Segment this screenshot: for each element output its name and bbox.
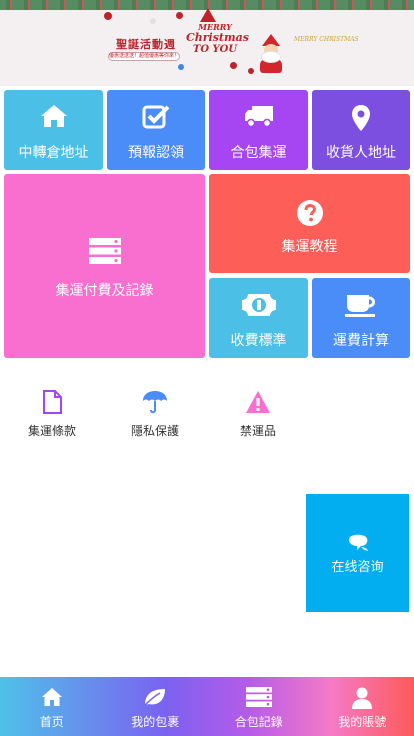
tile-label: 收費標準 xyxy=(230,333,287,349)
banner-event-title: 聖誕活動週 xyxy=(116,38,176,51)
tile-label: 預報認領 xyxy=(128,145,184,161)
link-privacy[interactable]: 隱私保護 xyxy=(105,390,205,439)
user-icon xyxy=(311,687,414,709)
coffee-cup-icon xyxy=(312,294,410,318)
tile-shipping-calc[interactable]: 運費計算 xyxy=(312,278,410,358)
nav-home[interactable]: 首页 xyxy=(0,677,104,736)
tile-label: 集運教程 xyxy=(281,239,338,255)
server-icon xyxy=(4,238,205,264)
ornament-decoration xyxy=(104,12,112,20)
banner-christmas: Christmas xyxy=(186,31,249,44)
truck-icon xyxy=(209,104,308,128)
map-pin-icon xyxy=(312,104,410,132)
nav-label: 我的包裹 xyxy=(131,715,180,729)
tile-tutorial[interactable]: 集運教程 xyxy=(209,174,410,273)
tile-prereport-claim[interactable]: 預報認領 xyxy=(107,90,205,170)
ornament-decoration xyxy=(178,64,184,70)
tile-recipient-address[interactable]: 收貨人地址 xyxy=(312,90,410,170)
consult-label: 在线咨询 xyxy=(331,560,384,575)
link-prohibited[interactable]: 禁運品 xyxy=(208,390,308,439)
money-icon xyxy=(209,294,308,316)
umbrella-icon xyxy=(105,390,205,416)
tile-label: 中轉倉地址 xyxy=(18,145,89,161)
tile-transfer-address[interactable]: 中轉倉地址 xyxy=(4,90,103,170)
chat-bubble-icon xyxy=(306,534,409,552)
nav-my-packages[interactable]: 我的包裹 xyxy=(104,677,208,736)
tile-package-consolidate[interactable]: 合包集運 xyxy=(209,90,308,170)
question-circle-icon xyxy=(209,200,410,226)
ornament-decoration xyxy=(176,12,183,19)
nav-consolidate-records[interactable]: 合包記錄 xyxy=(207,677,311,736)
tile-label: 收貨人地址 xyxy=(326,145,396,161)
bottom-nav: 首页 我的包裹 合包記錄 我的賬號 xyxy=(0,677,414,736)
nav-label: 合包記錄 xyxy=(234,715,283,729)
tile-label: 運費計算 xyxy=(333,333,389,349)
banner-gold-text: MERRY CHRISTMAS xyxy=(294,36,359,43)
home-icon xyxy=(4,104,103,128)
tile-label: 集運付費及記錄 xyxy=(55,283,154,299)
leaf-icon xyxy=(104,687,208,707)
link-terms[interactable]: 集運條款 xyxy=(2,390,102,439)
banner-to-you: TO YOU xyxy=(192,44,238,55)
ornament-decoration xyxy=(150,18,156,24)
warning-icon xyxy=(208,390,308,416)
server-icon xyxy=(207,687,311,707)
checkbox-icon xyxy=(107,104,205,130)
tile-label: 合包集運 xyxy=(230,145,287,161)
document-icon xyxy=(2,390,102,416)
tree-decoration xyxy=(200,8,216,22)
tile-fee-standard[interactable]: 收費標準 xyxy=(209,278,308,358)
nav-label: 我的賬號 xyxy=(338,715,387,729)
online-consult-button[interactable]: 在线咨询 xyxy=(306,494,409,612)
santa-illustration xyxy=(256,34,286,74)
link-label: 禁運品 xyxy=(239,424,276,438)
link-label: 隱私保護 xyxy=(130,424,179,438)
nav-label: 首页 xyxy=(39,715,64,729)
link-label: 集運條款 xyxy=(27,424,76,438)
christmas-banner[interactable]: 聖誕活動週 優惠送送送！超值優惠等你來！ MERRY Christmas TO … xyxy=(0,0,414,86)
banner-event-sub: 優惠送送送！超值優惠等你來！ xyxy=(108,52,180,61)
nav-my-account[interactable]: 我的賬號 xyxy=(311,677,414,736)
page: 聖誕活動週 優惠送送送！超值優惠等你來！ MERRY Christmas TO … xyxy=(0,0,414,736)
tile-payment-records[interactable]: 集運付費及記錄 xyxy=(4,174,205,358)
banner-greeting: MERRY Christmas TO YOU xyxy=(186,22,249,68)
home-icon xyxy=(0,687,104,707)
ornament-decoration xyxy=(248,68,254,74)
